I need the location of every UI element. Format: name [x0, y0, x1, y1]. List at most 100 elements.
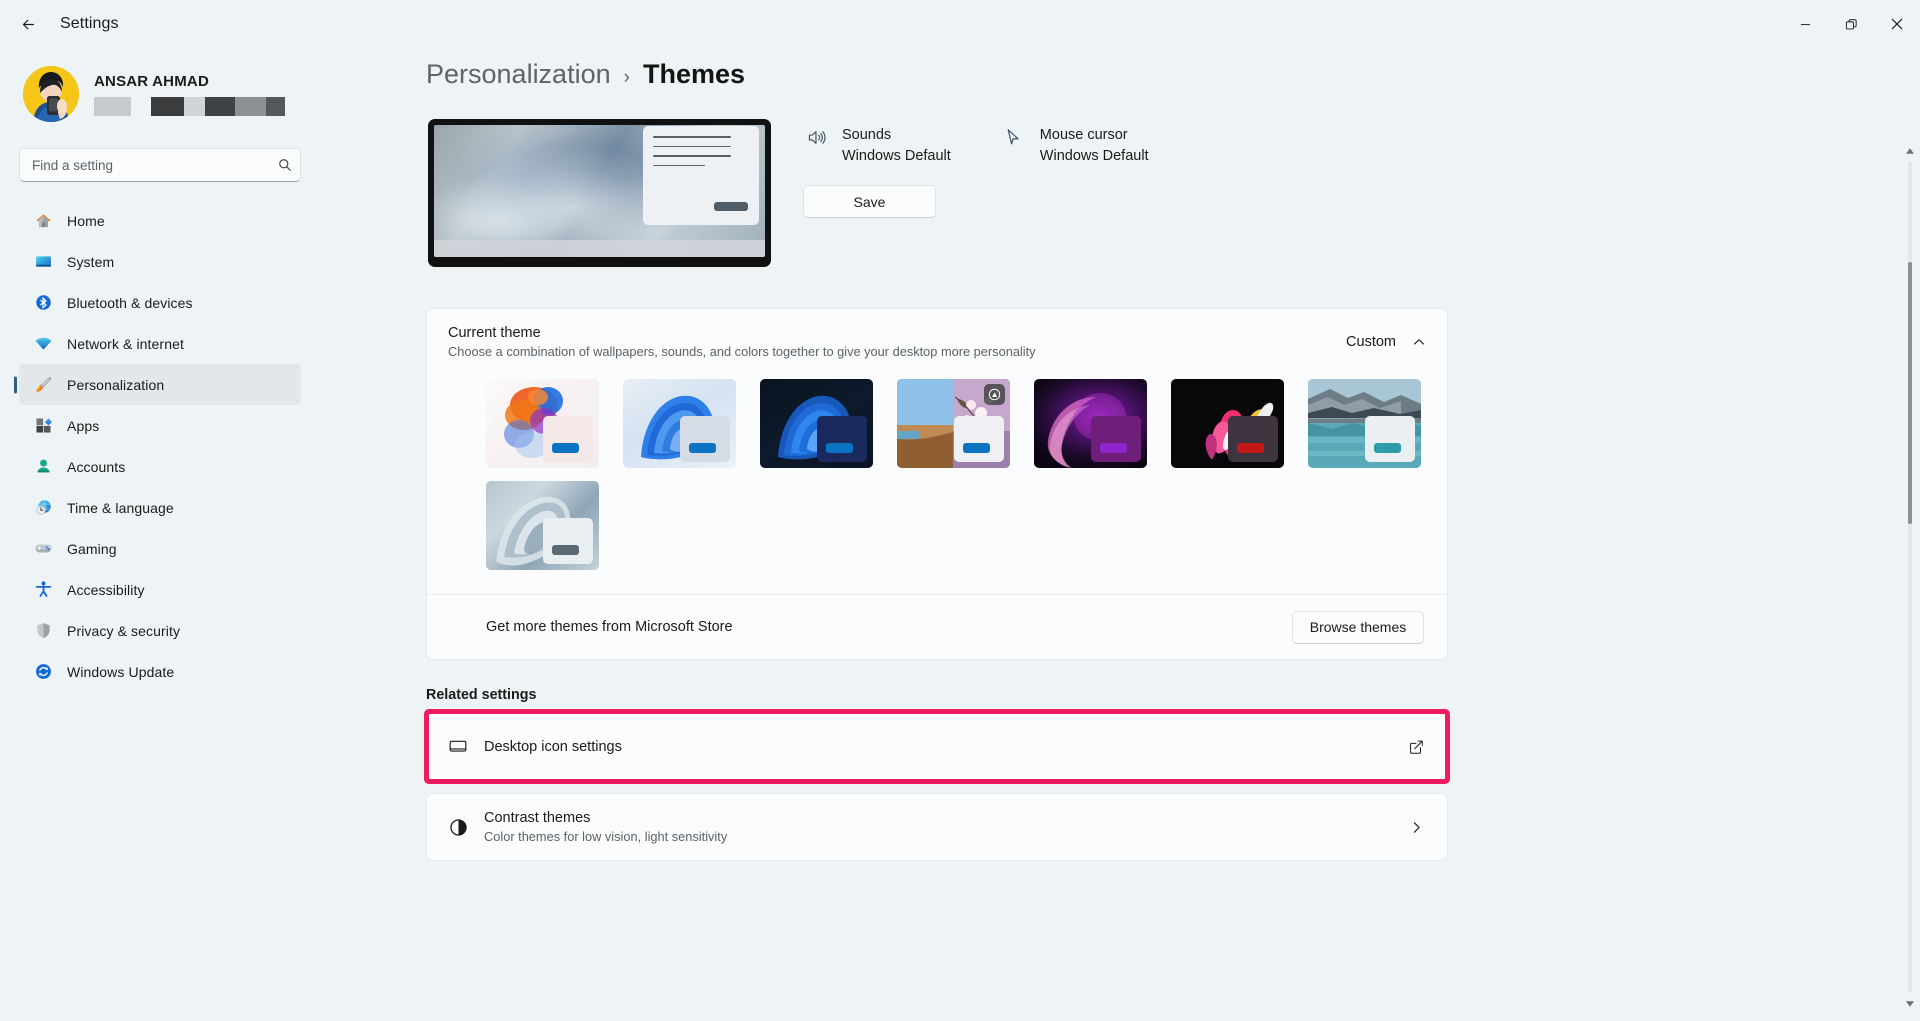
thumbnail-window-card: [1365, 416, 1415, 462]
current-theme-card: Current theme Choose a combination of wa…: [426, 308, 1448, 660]
breadcrumb: Personalization › Themes: [426, 59, 1546, 115]
thumbnail-window-card: [543, 416, 593, 462]
network-icon: [33, 334, 53, 354]
sidebar-item-privacy-security[interactable]: Privacy & security: [19, 610, 301, 651]
restore-icon: [1845, 18, 1857, 29]
theme-thumbnail[interactable]: [1034, 379, 1147, 468]
time-language-icon: [33, 498, 53, 518]
sidebar-nav: Home System Bluetooth & devices Network …: [19, 200, 301, 692]
thumbnail-window-card: [954, 416, 1004, 462]
sidebar-item-accessibility[interactable]: Accessibility: [19, 569, 301, 610]
sidebar-item-home[interactable]: Home: [19, 200, 301, 241]
gaming-icon: [33, 539, 53, 559]
sidebar-item-label: Gaming: [67, 540, 117, 557]
store-row: Get more themes from Microsoft Store Bro…: [427, 594, 1447, 659]
thumbnail-accent: [552, 545, 579, 555]
sidebar-item-network-internet[interactable]: Network & internet: [19, 323, 301, 364]
thumbnail-accent: [1374, 443, 1401, 453]
sidebar-item-label: Personalization: [67, 376, 165, 393]
main-scrollbar[interactable]: [1904, 144, 1916, 1011]
privacy-security-icon: [33, 621, 53, 641]
thumbnail-accent: [689, 443, 716, 453]
scrollbar-thumb[interactable]: [1908, 262, 1912, 524]
theme-preview-monitor: [428, 119, 771, 267]
thumbnail-accent: [552, 443, 579, 453]
sounds-title: Sounds: [842, 127, 892, 143]
theme-preview-wallpaper: [434, 125, 765, 257]
monitor-icon: [448, 737, 484, 757]
scroll-up-arrow[interactable]: [1904, 144, 1916, 158]
preview-window-card: [643, 126, 759, 225]
sidebar-item-apps[interactable]: Apps: [19, 405, 301, 446]
preview-taskbar: [434, 240, 765, 257]
theme-thumbnail[interactable]: [486, 379, 599, 468]
home-icon: [33, 211, 53, 231]
sidebar-item-personalization[interactable]: Personalization: [19, 364, 301, 405]
search-icon: [278, 158, 292, 172]
row-title: Contrast themes: [484, 810, 591, 826]
close-icon: [1891, 18, 1903, 30]
restore-button[interactable]: [1828, 0, 1874, 48]
speaker-icon: [803, 125, 829, 148]
theme-preview-row: Sounds Windows Default Save Mouse cursor…: [426, 119, 1546, 267]
avatar-image: [23, 66, 79, 122]
mouse-cursor-value: Windows Default: [1039, 148, 1149, 164]
user-profile[interactable]: ANSAR AHMAD: [23, 56, 301, 132]
current-theme-header[interactable]: Current theme Choose a combination of wa…: [427, 309, 1447, 375]
contrast-icon: [448, 817, 484, 838]
sidebar-item-label: Windows Update: [67, 663, 175, 680]
current-theme-title: Current theme: [448, 325, 541, 341]
sidebar-item-bluetooth-devices[interactable]: Bluetooth & devices: [19, 282, 301, 323]
breadcrumb-parent[interactable]: Personalization: [426, 59, 611, 90]
profile-email-redacted: [94, 96, 285, 116]
sidebar-item-label: Time & language: [67, 499, 174, 516]
thumbnail-accent: [826, 443, 853, 453]
close-button[interactable]: [1874, 0, 1920, 48]
thumbnail-accent: [963, 443, 990, 453]
sidebar-item-time-language[interactable]: Time & language: [19, 487, 301, 528]
personalization-icon: [33, 375, 53, 395]
settings-window: Settings ANSAR AHMAD Find a setting Home…: [0, 0, 1920, 1021]
current-theme-value: Custom: [1346, 334, 1396, 350]
desktop-icon-settings-row[interactable]: Desktop icon settings: [426, 713, 1448, 780]
preview-accent-bar: [714, 202, 748, 211]
minimize-icon: [1800, 23, 1810, 25]
chevron-up-icon[interactable]: [1412, 335, 1426, 349]
theme-thumbnail[interactable]: [623, 379, 736, 468]
external-link-icon: [1408, 739, 1424, 755]
sidebar-item-gaming[interactable]: Gaming: [19, 528, 301, 569]
contrast-themes-row[interactable]: Contrast themes Color themes for low vis…: [426, 793, 1448, 861]
thumbnail-window-card: [543, 518, 593, 564]
profile-text: ANSAR AHMAD: [94, 73, 285, 116]
profile-name: ANSAR AHMAD: [94, 72, 209, 90]
sidebar-item-accounts[interactable]: Accounts: [19, 446, 301, 487]
theme-thumbnail[interactable]: [897, 379, 1010, 468]
title-bar: Settings: [0, 0, 1920, 48]
sidebar-item-system[interactable]: System: [19, 241, 301, 282]
theme-thumbnail[interactable]: [1308, 379, 1421, 468]
back-button[interactable]: [10, 6, 46, 42]
back-arrow-icon: [22, 19, 34, 29]
bluetooth-icon: [33, 293, 53, 313]
related-settings-title: Related settings: [426, 687, 537, 703]
row-subtitle: Color themes for low vision, light sensi…: [484, 829, 728, 844]
scroll-down-arrow[interactable]: [1904, 997, 1916, 1011]
browse-themes-button[interactable]: Browse themes: [1292, 610, 1424, 644]
page-title: Themes: [642, 59, 745, 89]
search-box[interactable]: [19, 148, 301, 182]
sidebar-item-windows-update[interactable]: Windows Update: [19, 651, 301, 692]
avatar: [23, 66, 79, 122]
save-button[interactable]: Save: [803, 185, 936, 218]
thumbnail-window-card: [1091, 416, 1141, 462]
breadcrumb-separator-icon: ›: [623, 67, 630, 88]
search-input[interactable]: [32, 157, 278, 173]
theme-thumbnail[interactable]: [1171, 379, 1284, 468]
mouse-cursor-title: Mouse cursor: [1039, 127, 1128, 143]
theme-thumbnail[interactable]: [486, 481, 599, 570]
theme-thumbnail[interactable]: [760, 379, 873, 468]
sidebar-item-label: Bluetooth & devices: [67, 294, 193, 311]
sidebar: ANSAR AHMAD Find a setting Home System B…: [0, 48, 320, 1021]
spotlight-badge-icon: [984, 384, 1005, 405]
minimize-button[interactable]: [1782, 0, 1828, 48]
sidebar-item-label: Accessibility: [67, 581, 145, 598]
